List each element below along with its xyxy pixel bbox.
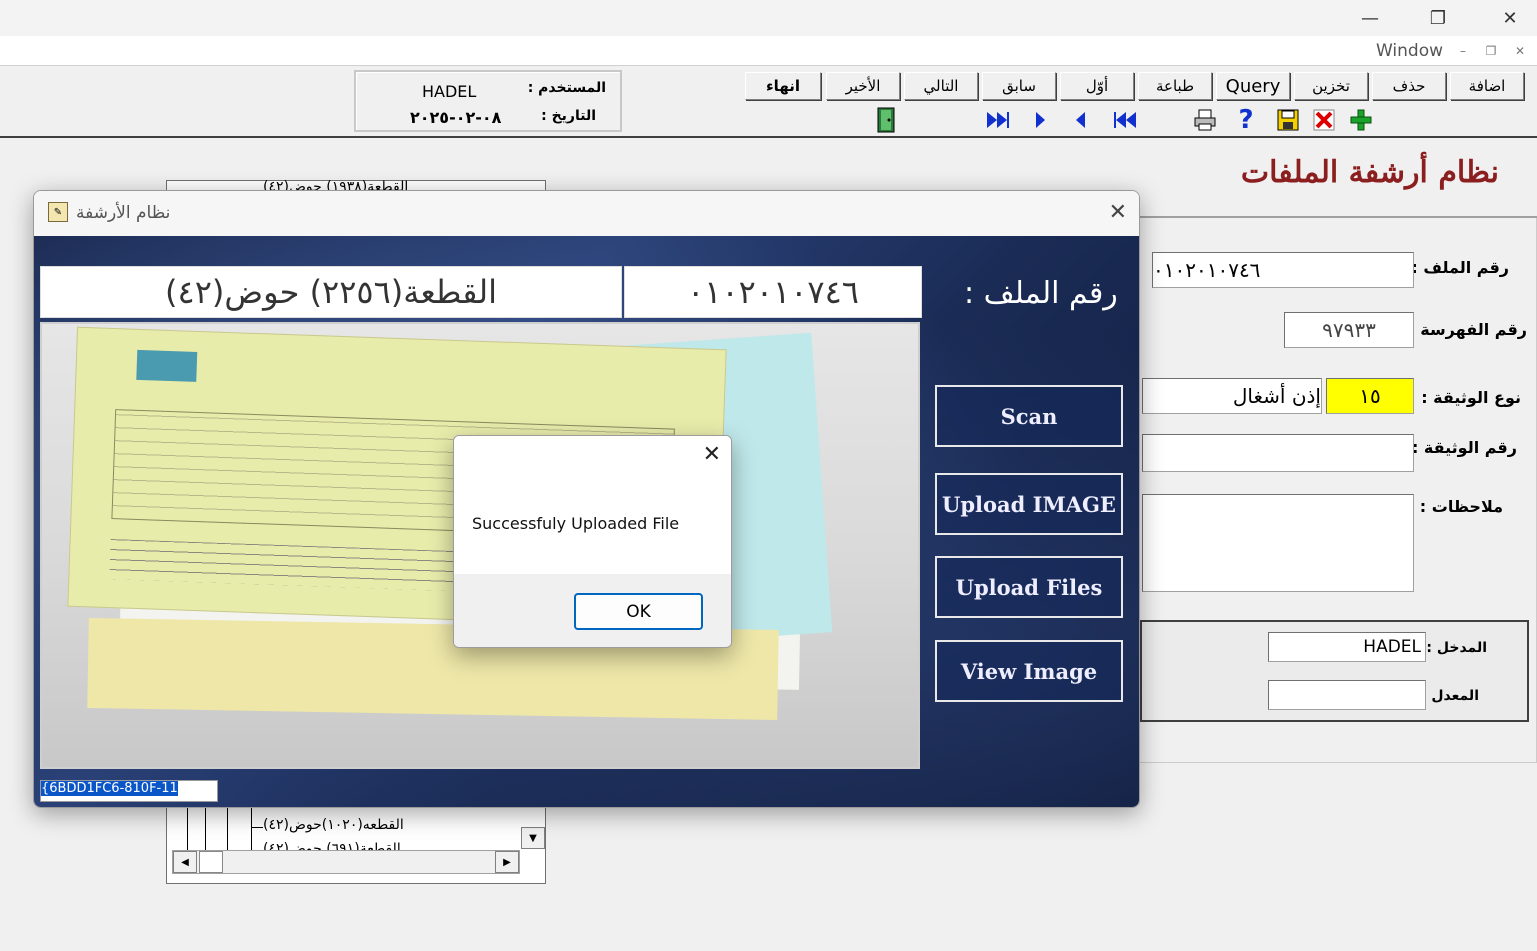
entered-by-label: المدخل : (1426, 640, 1487, 656)
doc-type-name: إذن أشغال (1232, 384, 1321, 408)
save-icon[interactable] (1273, 106, 1303, 134)
modified-by-input[interactable] (1268, 680, 1426, 710)
previous-record-icon[interactable] (1066, 106, 1096, 134)
date-value: ٠٨-٠٢-٢٠٢٥ (410, 108, 502, 127)
scan-button[interactable]: Scan (935, 385, 1123, 447)
app-titlebar: — ❐ ✕ (0, 0, 1537, 36)
tree-line (251, 827, 263, 828)
menu-bar: Window – ❐ ✕ (0, 36, 1537, 66)
first-button[interactable]: أوّل (1060, 72, 1134, 100)
entered-by-input[interactable]: HADEL (1268, 632, 1426, 662)
parcel-value: القطعة(٢٢٥٦) حوض(٤٢) (165, 273, 497, 311)
upload-image-button[interactable]: Upload IMAGE (935, 473, 1123, 535)
doc-type-code: ١٥ (1359, 384, 1381, 408)
next-record-icon[interactable] (1025, 106, 1055, 134)
close-button[interactable]: ✕ (1488, 4, 1532, 32)
previous-button[interactable]: سابق (982, 72, 1056, 100)
doc-no-label: رقم الوثيقة : (1411, 438, 1517, 457)
mdi-minimize-button[interactable]: – (1454, 42, 1472, 60)
doc-type-label: نوع الوثيقة : (1421, 388, 1521, 407)
cancel-icon[interactable] (1309, 106, 1339, 134)
store-button[interactable]: تخزين (1294, 72, 1368, 100)
guid-value: {6BDD1FC6-810F-11 (41, 781, 178, 796)
message-titlebar: ✕ (454, 436, 731, 473)
file-number-display: ٠١٠٢٠١٠٧٤٦ (624, 266, 922, 318)
file-no-value: ٠١٠٢٠١٠٧٤٦ (1153, 258, 1261, 282)
notes-textarea[interactable] (1142, 494, 1414, 592)
exit-button[interactable]: انهاء (745, 72, 821, 100)
query-button[interactable]: Query (1216, 72, 1290, 100)
mdi-restore-button[interactable]: ❐ (1482, 42, 1500, 60)
scroll-down-button[interactable]: ▼ (521, 827, 545, 849)
index-no-value: ٩٧٩٣٣ (1322, 318, 1376, 342)
delete-button[interactable]: حذف (1372, 72, 1446, 100)
last-record-icon[interactable] (983, 106, 1013, 134)
user-value: HADEL (422, 82, 477, 101)
mdi-close-button[interactable]: ✕ (1511, 42, 1529, 60)
entered-by-value: HADEL (1363, 637, 1421, 657)
scroll-left-button[interactable]: ◀ (173, 851, 197, 873)
help-icon[interactable]: ? (1231, 105, 1261, 135)
doc-type-code-input[interactable]: ١٥ (1326, 378, 1414, 414)
ok-button[interactable]: OK (574, 593, 703, 630)
doc-type-name-input[interactable]: إذن أشغال (1142, 378, 1322, 414)
scroll-right-button[interactable]: ▶ (495, 851, 519, 873)
index-no-input[interactable]: ٩٧٩٣٣ (1284, 312, 1414, 348)
menu-window[interactable]: Window (1376, 41, 1443, 61)
door-exit-icon[interactable] (871, 106, 901, 134)
archive-close-button[interactable]: ✕ (1109, 200, 1127, 225)
minimize-button[interactable]: — (1348, 4, 1392, 32)
archive-title: نظام الأرشفة (76, 203, 171, 223)
next-button[interactable]: التالي (904, 72, 978, 100)
guid-field[interactable]: {6BDD1FC6-810F-11 (40, 780, 218, 802)
archive-titlebar: ✎ نظام الأرشفة ✕ (34, 191, 1139, 236)
doc-no-input[interactable] (1142, 434, 1414, 472)
first-record-icon[interactable] (1110, 106, 1140, 134)
view-image-button[interactable]: View Image (935, 640, 1123, 702)
user-label: المستخدم : (527, 80, 606, 96)
add-record-icon[interactable] (1346, 106, 1376, 134)
app-icon: ✎ (48, 202, 68, 222)
printer-icon[interactable] (1190, 106, 1220, 134)
logo-stamp (136, 349, 198, 382)
parcel-display: القطعة(٢٢٥٦) حوض(٤٢) (40, 266, 622, 318)
date-label: التاريخ : (541, 108, 596, 124)
modified-by-label: المعدل : (1420, 688, 1479, 704)
app-title: نظام أرشفة الملفات (1240, 155, 1499, 190)
toolbar: المستخدم : HADEL التاريخ : ٠٨-٠٢-٢٠٢٥ اض… (0, 66, 1537, 138)
file-no-input[interactable]: ٠١٠٢٠١٠٧٤٦ (1152, 252, 1414, 288)
message-close-button[interactable]: ✕ (703, 442, 721, 467)
notes-label: ملاحظات : (1419, 497, 1503, 516)
tree-item[interactable]: القطعه(١٠٢٠)حوض(٤٢) (263, 817, 404, 833)
file-number-label: رقم الملف : (964, 276, 1118, 311)
file-no-label: رقم الملف : (1411, 258, 1509, 277)
index-no-label: رقم الفهرسة : (1408, 320, 1527, 339)
scroll-thumb[interactable] (199, 851, 223, 873)
print-button[interactable]: طباعة (1138, 72, 1212, 100)
file-number-value: ٠١٠٢٠١٠٧٤٦ (687, 273, 859, 311)
horizontal-scrollbar[interactable]: ◀ ▶ (172, 850, 520, 874)
add-button[interactable]: اضافة (1450, 72, 1524, 100)
message-dialog: ✕ Successfuly Uploaded File OK (453, 435, 732, 648)
last-button[interactable]: الأخير (826, 72, 900, 100)
message-footer: OK (454, 574, 731, 647)
upload-files-button[interactable]: Upload Files (935, 556, 1123, 618)
maximize-button[interactable]: ❐ (1416, 4, 1460, 32)
user-info-box: المستخدم : HADEL التاريخ : ٠٨-٠٢-٢٠٢٥ (354, 70, 622, 132)
message-text: Successfuly Uploaded File (472, 514, 680, 533)
